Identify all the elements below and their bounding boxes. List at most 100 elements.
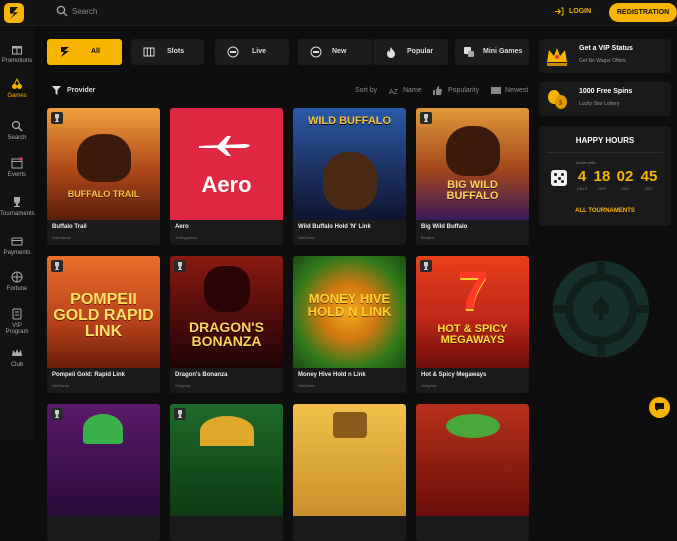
- dice-icon: [464, 47, 474, 57]
- game-card-money-hive[interactable]: MONEY HIVE HOLD N LINK Money Hive Hold n…: [293, 256, 406, 393]
- crown-icon: [12, 349, 22, 356]
- game-title: Hot & Spicy Megaways: [421, 372, 487, 378]
- game-thumbnail[interactable]: Aero: [170, 108, 283, 220]
- game-thumbnail[interactable]: MONEY HIVE HOLD N LINK: [293, 256, 406, 368]
- tab-live[interactable]: Live: [215, 39, 289, 65]
- sidebar-item-tournaments[interactable]: Tournaments: [0, 196, 35, 217]
- filter-icon: [52, 86, 61, 95]
- trophy-icon: [420, 112, 432, 124]
- game-thumbnail[interactable]: BIG WILD BUFFALO: [416, 108, 529, 220]
- tab-all[interactable]: All: [47, 39, 122, 65]
- game-provider: Belatra: [421, 235, 434, 240]
- happy-hours-title: HAPPY HOURS: [575, 136, 635, 145]
- countdown-days: 4: [577, 168, 587, 185]
- game-title: Wild Buffalo Hold 'N' Link: [298, 224, 371, 230]
- all-tournaments-link[interactable]: ALL TOURNAMENTS: [539, 208, 671, 214]
- game-thumbnail[interactable]: POMPEII GOLD RAPID LINK: [47, 256, 160, 368]
- game-provider: Gamebeat: [52, 235, 71, 240]
- poker-chip-icon: [553, 261, 649, 357]
- game-card-wild-buffalo[interactable]: WILD BUFFALO Wild Buffalo Hold 'N' Link …: [293, 108, 406, 245]
- free-spins-banner[interactable]: $ 1000 Free Spins Lucky Star Lottery: [539, 82, 671, 116]
- airplane-icon: [199, 136, 250, 156]
- svg-text:$: $: [559, 100, 563, 107]
- game-card[interactable]: [170, 404, 283, 541]
- svg-text:AZ: AZ: [389, 89, 399, 95]
- trophy-icon: [174, 408, 186, 420]
- game-card-buffalo-trail[interactable]: BUFFALO TRAIL Buffalo Trail Gamebeat: [47, 108, 160, 245]
- search-icon: [56, 5, 68, 17]
- game-provider: Onlyplay: [175, 383, 191, 388]
- game-provider: NetGame: [52, 383, 70, 388]
- game-thumbnail[interactable]: [47, 404, 160, 516]
- game-thumbnail[interactable]: WILD BUFFALO: [293, 108, 406, 220]
- game-card[interactable]: [416, 404, 529, 541]
- game-title: Big Wild Buffalo: [421, 224, 468, 230]
- chat-icon: [655, 403, 664, 411]
- game-title: Aero: [175, 224, 189, 230]
- tab-new[interactable]: New: [298, 39, 372, 65]
- logo-icon[interactable]: [4, 3, 24, 23]
- sidebar-item-vip-program[interactable]: VIP Program: [0, 308, 34, 335]
- game-thumbnail[interactable]: DRAGON'S BONANZA: [170, 256, 283, 368]
- sidebar-item-search[interactable]: Search: [0, 120, 34, 141]
- sidebar-item-events[interactable]: Events: [0, 157, 34, 178]
- game-title: Buffalo Trail: [52, 224, 87, 230]
- game-card-dragons-bonanza[interactable]: DRAGON'S BONANZA Dragon's Bonanza Onlypl…: [170, 256, 283, 393]
- countdown-minutes-label: MIN: [621, 186, 629, 191]
- game-provider: Turbogames: [175, 235, 198, 240]
- game-thumbnail[interactable]: BUFFALO TRAIL: [47, 108, 160, 220]
- game-card[interactable]: [293, 404, 406, 541]
- game-title: Money Hive Hold n Link: [298, 372, 366, 378]
- countdown-hours-label: HRS: [597, 186, 607, 191]
- chat-button[interactable]: [649, 397, 670, 418]
- search-icon: [11, 120, 23, 132]
- game-card-hot-spicy[interactable]: 7 HOT & SPICY MEGAWAYS Hot & Spicy Megaw…: [416, 256, 529, 393]
- tab-popular[interactable]: Popular: [373, 39, 448, 65]
- register-button[interactable]: REGISTRATION: [609, 3, 677, 22]
- game-card-pompeii-gold[interactable]: POMPEII GOLD RAPID LINK Pompeii Gold: Ra…: [47, 256, 160, 393]
- search-input[interactable]: Search: [72, 7, 97, 16]
- sort-alpha-icon: AZ: [389, 89, 399, 95]
- card-icon: [11, 237, 23, 246]
- sidebar-item-games[interactable]: Games: [0, 78, 34, 99]
- trophy-icon: [174, 260, 186, 272]
- trophy-icon: [51, 112, 63, 124]
- game-thumbnail[interactable]: 7 HOT & SPICY MEGAWAYS: [416, 256, 529, 368]
- fire-icon: [387, 47, 395, 58]
- active-with-label: Active with:: [576, 160, 597, 165]
- happy-hours-panel: HAPPY HOURS Active with: 4 DAYS 18 HRS 0…: [539, 126, 671, 226]
- sidebar-item-club[interactable]: Club: [0, 347, 34, 368]
- dice-icon: [551, 170, 567, 186]
- game-thumbnail[interactable]: [416, 404, 529, 516]
- new-badge-icon: [491, 87, 501, 94]
- login-icon: [555, 7, 564, 16]
- sidebar-item-fortune[interactable]: Fortune: [0, 271, 34, 292]
- game-provider: NetGame: [298, 235, 316, 240]
- live-icon: [227, 46, 239, 58]
- countdown-hours: 18: [593, 168, 611, 185]
- game-title: Pompeii Gold: Rapid Link: [52, 372, 126, 378]
- sidebar-item-payments[interactable]: Payments: [0, 235, 34, 256]
- countdown-minutes: 02: [616, 168, 634, 185]
- sidebar-item-promotions[interactable]: Promotions: [0, 43, 34, 64]
- wheel-icon: [11, 271, 23, 283]
- trophy-icon: [420, 260, 432, 272]
- game-card-aero[interactable]: Aero Aero Turbogames: [170, 108, 283, 245]
- cherries-icon: [12, 78, 22, 89]
- new-icon: [310, 46, 322, 58]
- tab-slots[interactable]: Slots: [131, 39, 204, 65]
- game-card-big-wild-buffalo[interactable]: BIG WILD BUFFALO Big Wild Buffalo Belatr…: [416, 108, 529, 245]
- trophy-icon: [51, 260, 63, 272]
- countdown-seconds-label: SEC: [644, 186, 654, 191]
- game-thumbnail[interactable]: [293, 404, 406, 516]
- sort-by-label: Sort by: [355, 87, 378, 94]
- coins-icon: $: [548, 90, 567, 109]
- trophy-icon: [51, 408, 63, 420]
- vip-status-banner[interactable]: Get a VIP Status Get No Wager Offers: [539, 39, 671, 73]
- game-card[interactable]: [47, 404, 160, 541]
- lightning-icon: [61, 47, 69, 57]
- tab-mini-games[interactable]: Mini Games: [455, 39, 529, 65]
- game-thumbnail[interactable]: [170, 404, 283, 516]
- thumbs-up-icon: [433, 86, 442, 95]
- slots-icon: [143, 47, 155, 57]
